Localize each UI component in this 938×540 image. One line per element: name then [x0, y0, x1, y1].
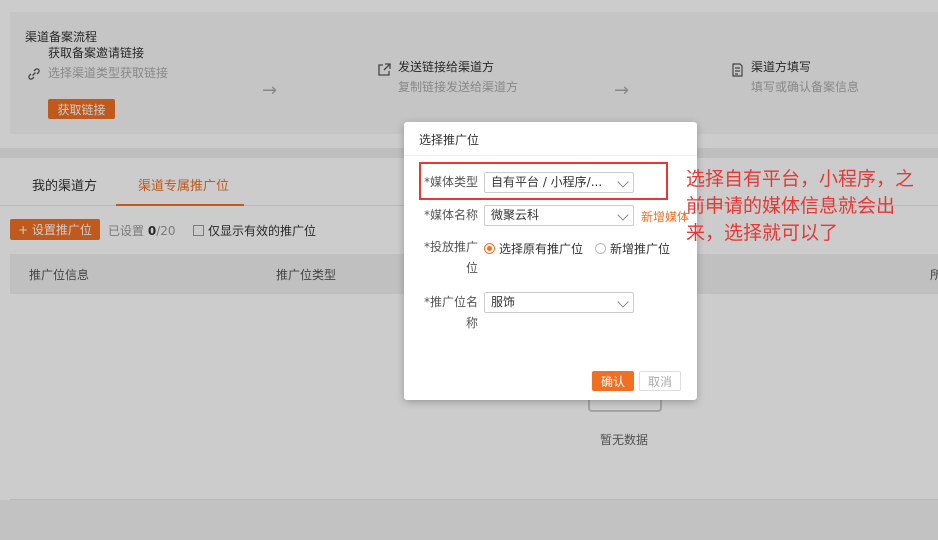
radio-selected-icon[interactable] [484, 243, 495, 254]
radio-existing-placement[interactable]: 选择原有推广位 [484, 240, 583, 257]
placement-label: *投放推广位 [423, 240, 478, 275]
confirm-button[interactable]: 确认 [592, 371, 634, 391]
dialog-divider [404, 155, 697, 156]
cancel-button[interactable]: 取消 [639, 371, 681, 391]
radio-existing-label: 选择原有推广位 [499, 242, 584, 256]
chevron-down-icon [617, 296, 629, 308]
placement-name-label: *推广位名称 [423, 295, 478, 330]
placement-name-select[interactable]: 服饰 [484, 292, 634, 313]
placement-name-value: 服饰 [491, 295, 516, 309]
radio-unselected-icon[interactable] [595, 243, 606, 254]
media-name-select[interactable]: 微聚云科 [484, 205, 634, 226]
radio-new-label: 新增推广位 [610, 242, 671, 256]
media-name-value: 微聚云科 [491, 208, 540, 222]
radio-new-placement[interactable]: 新增推广位 [595, 240, 670, 257]
dialog-title: 选择推广位 [419, 133, 480, 147]
media-name-label: *媒体名称 [423, 208, 478, 222]
add-media-link[interactable]: 新增媒体 [641, 208, 691, 225]
chevron-down-icon [617, 209, 629, 221]
annotation-highlight-box [419, 162, 668, 200]
annotation-text: 选择自有平台，小程序，之前申请的媒体信息就会出来，选择就可以了 [686, 168, 915, 244]
